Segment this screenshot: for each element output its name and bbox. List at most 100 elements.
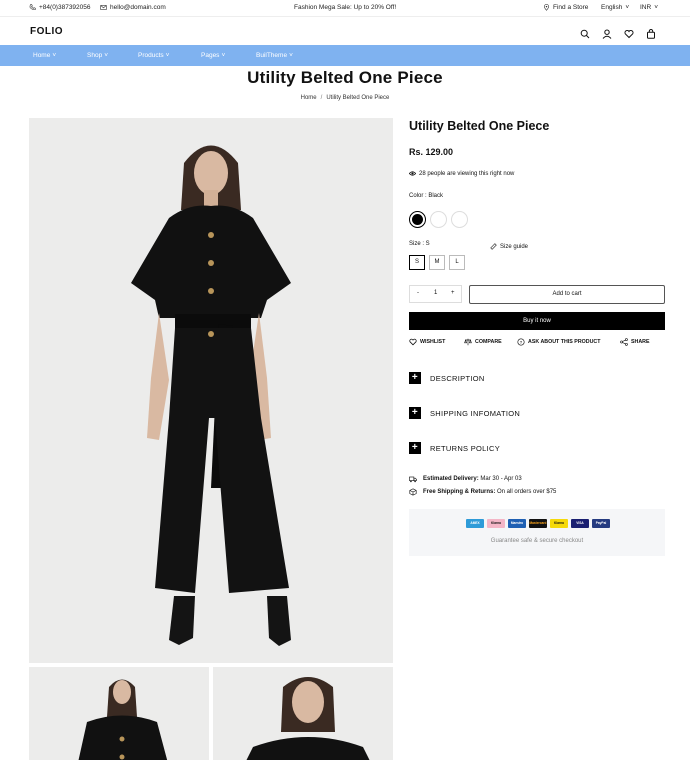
nav-item-label: Home bbox=[33, 52, 51, 59]
breadcrumb-current: Utility Belted One Piece bbox=[326, 95, 390, 101]
chevron-down-icon: ˅ bbox=[104, 52, 108, 59]
product-title: Utility Belted One Piece bbox=[409, 119, 550, 133]
search-icon[interactable] bbox=[580, 26, 590, 39]
ask-label: ASK ABOUT THIS PRODUCT bbox=[528, 339, 601, 345]
thumbnail-figure bbox=[213, 667, 393, 760]
phone-icon bbox=[29, 4, 36, 11]
find-store-label: Find a Store bbox=[553, 4, 589, 11]
nav-item-label: Products bbox=[138, 52, 164, 59]
currency-selector[interactable]: INR ˅ bbox=[640, 4, 658, 11]
free-shipping: Free Shipping & Returns: On all orders o… bbox=[409, 488, 556, 496]
accordion-description[interactable]: + DESCRIPTION bbox=[409, 372, 665, 384]
model-figure bbox=[29, 118, 393, 663]
buy-now-button[interactable]: Buy it now bbox=[409, 312, 665, 330]
nav-item-label: BuilTheme bbox=[256, 52, 288, 59]
eye-icon bbox=[409, 171, 416, 176]
size-option-s[interactable]: S bbox=[409, 255, 425, 270]
email-address: hello@domain.com bbox=[110, 4, 166, 11]
chevron-down-icon: ˅ bbox=[165, 52, 170, 59]
size-label: Size : S bbox=[409, 241, 430, 247]
nav-item-pages[interactable]: Pages ˅ bbox=[201, 52, 225, 59]
box-icon bbox=[409, 488, 417, 496]
share-label: SHARE bbox=[631, 339, 650, 345]
nav-item-home[interactable]: Home ˅ bbox=[33, 52, 56, 59]
share-icon bbox=[620, 338, 628, 346]
maestro-icon: Maestro bbox=[508, 519, 526, 528]
accordion-returns[interactable]: + RETURNS POLICY bbox=[409, 442, 665, 454]
product-actions: WISHLIST COMPARE ? ASK ABOUT THIS PRODUC… bbox=[409, 338, 665, 350]
nav-item-products[interactable]: Products ˅ bbox=[138, 52, 169, 59]
delivery-label: Estimated Delivery: bbox=[423, 476, 479, 482]
email-contact[interactable]: hello@domain.com bbox=[100, 4, 166, 11]
plus-icon: + bbox=[409, 372, 421, 384]
viewers-count: 28 people are viewing this right now bbox=[409, 170, 514, 177]
shipping-value: On all orders over $75 bbox=[497, 489, 557, 495]
heart-icon[interactable] bbox=[624, 26, 634, 39]
phone-number: +84(0)387392056 bbox=[39, 4, 91, 11]
top-bar: +84(0)387392056 hello@domain.com Fashion… bbox=[0, 0, 690, 16]
chevron-down-icon: ˅ bbox=[221, 52, 226, 59]
chevron-down-icon: ˅ bbox=[654, 4, 658, 11]
nav-item-label: Shop bbox=[87, 52, 103, 59]
logo[interactable]: FOLIO bbox=[30, 26, 63, 37]
plus-icon: + bbox=[409, 442, 421, 454]
qty-increase-button[interactable]: + bbox=[451, 290, 455, 296]
add-to-cart-button[interactable]: Add to cart bbox=[469, 285, 665, 304]
quantity-stepper: - 1 + bbox=[409, 285, 462, 303]
accordion-label: SHIPPING INFOMATION bbox=[430, 408, 521, 418]
wishlist-label: WISHLIST bbox=[420, 339, 446, 345]
plus-icon: + bbox=[409, 407, 421, 419]
find-store-link[interactable]: Find a Store bbox=[543, 4, 588, 11]
breadcrumb-home[interactable]: Home bbox=[301, 95, 317, 101]
breadcrumb-separator: / bbox=[320, 95, 323, 101]
phone-contact[interactable]: +84(0)387392056 bbox=[29, 4, 91, 11]
breadcrumb: Home / Utility Belted One Piece bbox=[0, 95, 690, 101]
currency-value: INR bbox=[640, 4, 652, 11]
compare-label: COMPARE bbox=[475, 339, 502, 345]
language-value: English bbox=[601, 4, 623, 11]
nav-item-shop[interactable]: Shop ˅ bbox=[87, 52, 108, 59]
header: FOLIO bbox=[0, 16, 690, 45]
color-swatch-black[interactable] bbox=[409, 211, 426, 228]
compare-button[interactable]: COMPARE bbox=[464, 338, 502, 346]
scale-icon bbox=[464, 338, 472, 346]
payment-icons: AMEX Klarna Maestro Mastercard Klarna VI… bbox=[466, 519, 610, 528]
paypal-icon: PayPal bbox=[592, 519, 610, 528]
shipping-label: Free Shipping & Returns: bbox=[423, 489, 496, 495]
klarna-icon: Klarna bbox=[487, 519, 505, 528]
language-selector[interactable]: English ˅ bbox=[601, 4, 629, 11]
promo-text: Fashion Mega Sale: Up to 20% Off! bbox=[294, 4, 397, 11]
heart-icon bbox=[409, 338, 417, 346]
chevron-down-icon: ˅ bbox=[52, 52, 57, 59]
user-icon[interactable] bbox=[602, 26, 612, 39]
page-title: Utility Belted One Piece bbox=[247, 68, 443, 87]
main-nav: Home ˅ Shop ˅ Products ˅ Pages ˅ BuilTheme ˅ bbox=[0, 45, 690, 66]
qty-value[interactable]: 1 bbox=[434, 290, 437, 296]
product-thumbnail-1[interactable] bbox=[29, 667, 209, 760]
wishlist-button[interactable]: WISHLIST bbox=[409, 338, 445, 346]
nav-item-builtheme[interactable]: BuilTheme ˅ bbox=[256, 52, 293, 59]
klarna-yellow-icon: Klarna bbox=[550, 519, 568, 528]
size-option-m[interactable]: M bbox=[429, 255, 445, 270]
size-guide-label: Size guide bbox=[500, 243, 529, 250]
ask-about-product-button[interactable]: ? ASK ABOUT THIS PRODUCT bbox=[517, 338, 601, 346]
product-thumbnail-2[interactable] bbox=[213, 667, 393, 760]
truck-icon bbox=[409, 476, 417, 483]
amex-icon: AMEX bbox=[466, 519, 484, 528]
header-icons bbox=[580, 26, 656, 39]
color-swatch-2[interactable] bbox=[430, 211, 447, 228]
chevron-down-icon: ˅ bbox=[625, 4, 630, 11]
size-option-l[interactable]: L bbox=[449, 255, 465, 270]
nav-item-label: Pages bbox=[201, 52, 220, 59]
size-guide-link[interactable]: Size guide bbox=[490, 243, 528, 250]
viewers-text: 28 people are viewing this right now bbox=[419, 170, 515, 177]
bag-icon[interactable] bbox=[646, 26, 656, 39]
color-label: Color : Black bbox=[409, 193, 444, 199]
color-swatch-3[interactable] bbox=[451, 211, 468, 228]
share-button[interactable]: SHARE bbox=[620, 338, 650, 346]
accordion-shipping[interactable]: + SHIPPING INFOMATION bbox=[409, 407, 665, 419]
product-price: Rs. 129.00 bbox=[409, 147, 454, 157]
question-icon: ? bbox=[517, 338, 525, 346]
qty-decrease-button[interactable]: - bbox=[417, 290, 419, 296]
product-main-image[interactable] bbox=[29, 118, 393, 663]
